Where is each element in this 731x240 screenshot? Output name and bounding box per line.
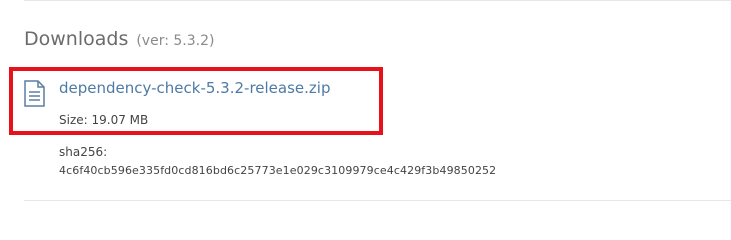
file-size: Size: 19.07 MB (59, 113, 149, 127)
top-divider (24, 0, 731, 1)
sha-label: sha256: (59, 145, 108, 159)
document-icon[interactable] (24, 80, 45, 107)
downloads-section: Downloads (ver: 5.3.2) dependency-check-5… (0, 0, 731, 202)
bottom-divider (24, 200, 731, 201)
file-download-link[interactable]: dependency-check-5.3.2-release.zip (59, 79, 330, 97)
version-label: (ver: 5.3.2) (136, 33, 215, 49)
sha-value: 4c6f40cb596e335fd0cd816bd6c25773e1e029c3… (59, 164, 497, 177)
downloads-title: Downloads (24, 28, 129, 50)
downloads-heading: Downloads (ver: 5.3.2) (24, 28, 214, 50)
